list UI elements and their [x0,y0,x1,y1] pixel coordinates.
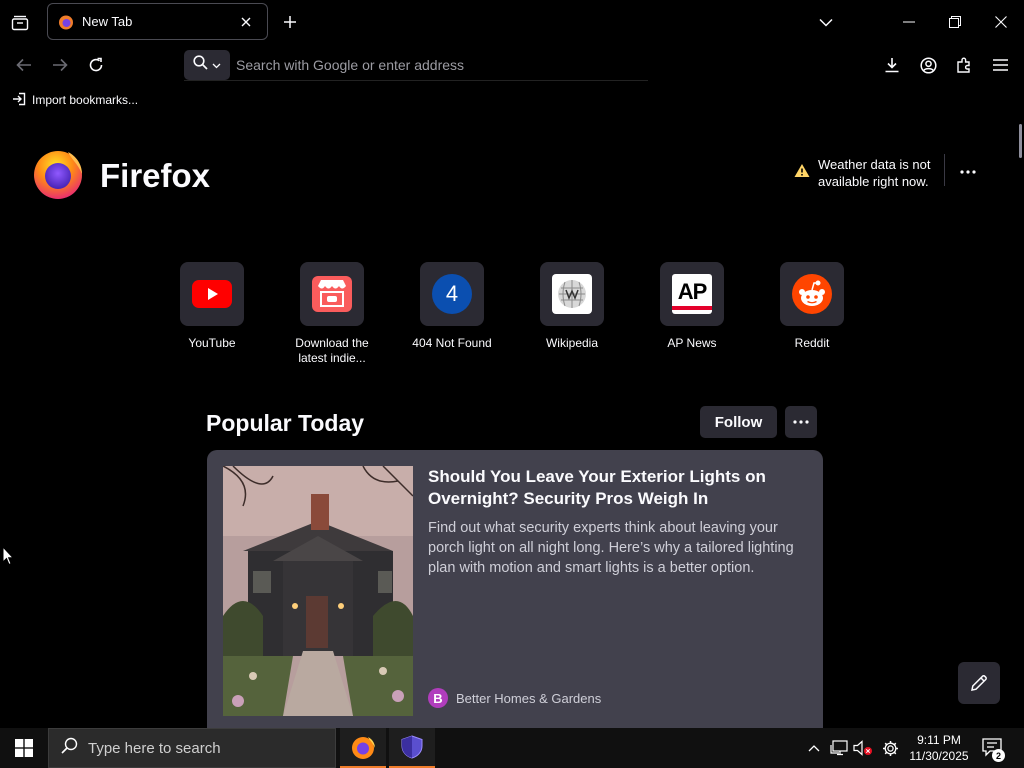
chevron-down-icon [212,56,221,74]
firefox-logo: Firefox [32,146,210,205]
ap-red-bar [672,305,712,310]
shortcut-label: YouTube [188,336,236,350]
story-source: B Better Homes & Gardens [428,688,601,708]
address-bar[interactable] [184,49,648,81]
tab-new-tab[interactable]: New Tab [47,3,268,40]
wikipedia-icon[interactable] [540,262,604,326]
weather-message: Weather data is not available right now. [818,157,931,189]
close-window-icon[interactable] [978,0,1024,44]
story-thumbnail [223,466,413,716]
network-icon[interactable] [828,728,850,768]
taskbar-search-placeholder: Type here to search [88,739,221,757]
windows-taskbar: Type here to search 9:11 PM 11/30/2025 2 [0,728,1024,768]
reload-icon[interactable] [81,50,111,80]
minimize-icon[interactable] [886,0,932,44]
extensions-icon[interactable] [949,50,979,80]
taskbar-search-box[interactable]: Type here to search [48,728,336,768]
shortcut-ap-news[interactable]: AP AP News [652,262,732,366]
ap-news-icon[interactable]: AP [660,262,724,326]
source-name: Better Homes & Gardens [456,690,602,706]
scrollbar-thumb[interactable] [1019,124,1022,158]
shortcut-glyph: 4 [432,274,472,314]
clock-time: 9:11 PM [917,733,961,747]
shortcut-youtube[interactable]: YouTube [172,262,252,366]
downloads-icon[interactable] [877,50,907,80]
windows-start-icon[interactable] [0,728,48,768]
popular-more-options-icon[interactable] [785,406,817,438]
letter-4-icon[interactable]: 4 [420,262,484,326]
search-engine-selector[interactable] [184,49,230,80]
forward-arrow-icon[interactable] [45,50,75,80]
story-card[interactable]: Should You Leave Your Exterior Lights on… [207,450,823,728]
shortcut-label: AP News [667,336,717,350]
firefox-wordmark: Firefox [100,156,211,194]
follow-button[interactable]: Follow [700,406,777,438]
mouse-cursor-icon [2,545,15,571]
firefox-logo-icon [32,146,86,205]
reddit-icon[interactable] [780,262,844,326]
clock-date: 11/30/2025 [909,749,969,763]
shortcut-glyph: AP [677,278,708,304]
weather-widget: Weather data is not available right now. [794,156,936,190]
volume-muted-icon[interactable] [852,728,874,768]
import-bookmarks-label: Import bookmarks... [32,93,139,107]
warning-icon [794,163,810,183]
tab-list-icon[interactable] [6,9,34,37]
close-tab-icon[interactable] [235,11,257,33]
shortcut-reddit[interactable]: Reddit [772,262,852,366]
shortcut-label: Wikipedia [545,336,599,350]
new-tab-plus-icon[interactable] [277,9,303,35]
notifications-icon[interactable]: 2 [978,728,1008,768]
address-input[interactable] [236,56,636,73]
bookmarks-toolbar: Import bookmarks... [0,86,1024,114]
import-icon [12,92,26,109]
back-arrow-icon[interactable] [9,50,39,80]
account-icon[interactable] [913,50,943,80]
chevron-down-icon[interactable] [812,8,840,36]
notification-count-badge: 2 [992,749,1005,762]
new-tab-page: Firefox Weather data is not available ri… [0,114,1024,728]
search-icon [61,737,78,759]
settings-gear-icon[interactable] [879,728,901,768]
shortcut-404[interactable]: 4 404 Not Found [412,262,492,366]
import-bookmarks-button[interactable]: Import bookmarks... [12,92,138,109]
tab-strip: New Tab [0,0,1024,44]
ap-logo: AP [672,274,712,314]
story-excerpt: Find out what security experts think abo… [428,520,794,576]
weather-more-options-icon[interactable] [954,160,982,184]
taskbar-security-shield-icon[interactable] [389,728,435,768]
shortcut-label: 404 Not Found [412,336,492,350]
shortcut-indie-store[interactable]: Download the latest indie... [292,262,372,366]
shortcut-label: Reddit [794,336,830,350]
shortcut-wikipedia[interactable]: Wikipedia [532,262,612,366]
youtube-icon[interactable] [180,262,244,326]
story-headline[interactable]: Should You Leave Your Exterior Lights on… [428,466,798,510]
top-sites: YouTube Download the latest indie... 4 4… [172,262,852,366]
system-clock[interactable]: 9:11 PM 11/30/2025 [904,732,974,764]
hamburger-menu-icon[interactable] [985,50,1015,80]
store-icon[interactable] [300,262,364,326]
customize-pencil-icon[interactable] [958,662,1000,704]
navigation-toolbar [0,44,1024,86]
source-logo-icon: B [428,688,448,708]
firefox-favicon-icon [58,14,74,30]
shortcut-label: Download the latest indie... [295,336,369,365]
tab-title: New Tab [82,14,133,29]
popular-today-heading: Popular Today [206,410,365,436]
tray-chevron-up-icon[interactable] [804,728,824,768]
weather-divider [944,154,945,186]
taskbar-firefox-icon[interactable] [340,728,386,768]
search-icon [193,54,208,75]
restore-icon[interactable] [932,0,978,44]
